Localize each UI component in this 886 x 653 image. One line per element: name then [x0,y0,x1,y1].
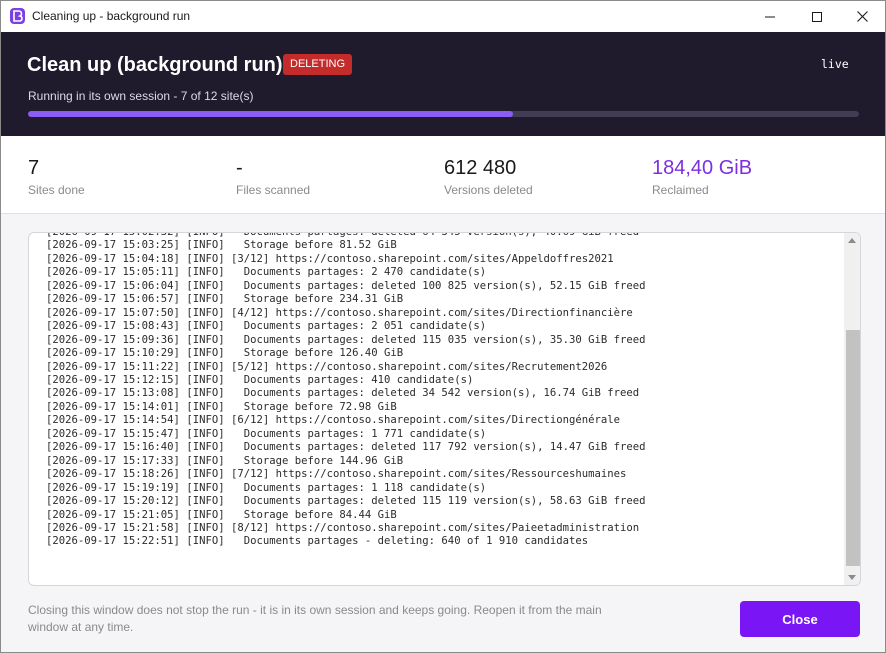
maximize-icon [812,11,822,22]
log-line: [2026-09-17 15:08:43] [INFO] Documents p… [46,320,487,333]
stats-panel: 7 Sites done - Files scanned 612 480 Ver… [1,136,885,214]
log-line: [2026-09-17 15:06:04] [INFO] Documents p… [46,279,646,292]
scroll-thumb[interactable] [846,330,860,566]
run-header: Clean up (background run) DELETING live … [1,32,885,136]
log-line: [2026-09-17 15:02:32] [INFO] Documents p… [46,232,640,238]
log-line: [2026-09-17 15:09:36] [INFO] Documents p… [46,333,646,346]
log-line: [2026-09-17 15:22:51] [INFO] Documents p… [46,535,589,548]
log-line: [2026-09-17 15:03:25] [INFO] Storage bef… [46,239,397,252]
progress-bar [28,111,859,117]
stat-value: - [236,157,243,179]
minimize-button[interactable] [747,1,793,32]
log-line: [2026-09-17 15:14:54] [INFO] [6/12] http… [46,414,621,427]
log-line: [2026-09-17 15:17:33] [INFO] Storage bef… [46,454,404,467]
stat-files-scanned: - Files scanned [236,156,310,197]
log-line: [2026-09-17 15:12:15] [INFO] Documents p… [46,373,474,386]
log-scrollbar[interactable] [844,233,860,585]
stat-label: Reclaimed [652,183,709,197]
live-indicator: live [821,57,849,71]
stat-reclaimed: 184,40 GiB Reclaimed [652,156,752,197]
stat-sites-done: 7 Sites done [28,156,85,197]
log-panel[interactable]: [2026-09-17 15:02:32] [INFO] Documents p… [28,232,861,586]
log-line: [2026-09-17 15:05:11] [INFO] Documents p… [46,266,487,279]
close-button[interactable]: Close [740,601,860,637]
minimize-icon [765,16,775,17]
log-line: [2026-09-17 15:14:01] [INFO] Storage bef… [46,400,397,413]
log-line: [2026-09-17 15:10:29] [INFO] Storage bef… [46,347,404,360]
log-line: [2026-09-17 15:13:08] [INFO] Documents p… [46,387,640,400]
log-line: [2026-09-17 15:21:58] [INFO] [8/12] http… [46,521,640,534]
stat-versions-deleted: 612 480 Versions deleted [444,156,533,197]
stat-label: Versions deleted [444,183,533,197]
stat-value: 612 480 [444,157,517,179]
close-icon [856,11,868,22]
log-line: [2026-09-17 15:20:12] [INFO] Documents p… [46,495,646,508]
scroll-down-arrow-icon[interactable] [848,575,856,580]
log-line: [2026-09-17 15:18:26] [INFO] [7/12] http… [46,468,627,481]
window-close-button[interactable] [839,1,885,32]
title-bar[interactable]: Cleaning up - background run [1,1,885,32]
footer-note: Closing this window does not stop the ru… [28,603,602,634]
body-area: [2026-09-17 15:02:32] [INFO] Documents p… [1,214,885,652]
log-line: [2026-09-17 15:06:57] [INFO] Storage bef… [46,293,404,306]
stat-label: Sites done [28,183,85,197]
run-subtitle: Running in its own session - 7 of 12 sit… [28,89,254,103]
log-line: [2026-09-17 15:04:18] [INFO] [3/12] http… [46,252,614,265]
stat-label: Files scanned [236,183,311,197]
log-lines: [2026-09-17 15:02:32] [INFO] Documents p… [46,232,646,549]
log-line: [2026-09-17 15:11:22] [INFO] [5/12] http… [46,360,608,373]
stat-value: 184,40 GiB [652,157,753,179]
log-line: [2026-09-17 15:16:40] [INFO] Documents p… [46,441,646,454]
app-logo-icon [10,8,25,24]
scroll-up-arrow-icon[interactable] [848,238,856,243]
stat-value: 7 [28,157,40,179]
maximize-button[interactable] [794,1,840,32]
status-badge: DELETING [283,54,353,75]
cleanup-window: Cleaning up - background run Clean up (b… [0,0,886,653]
run-title: Clean up (background run) [27,54,283,76]
log-line: [2026-09-17 15:07:50] [INFO] [4/12] http… [46,306,633,319]
log-line: [2026-09-17 15:21:05] [INFO] Storage bef… [46,508,397,521]
window-title: Cleaning up - background run [32,9,191,23]
progress-fill [28,111,513,117]
log-line: [2026-09-17 15:15:47] [INFO] Documents p… [46,427,487,440]
log-line: [2026-09-17 15:19:19] [INFO] Documents p… [46,481,487,494]
